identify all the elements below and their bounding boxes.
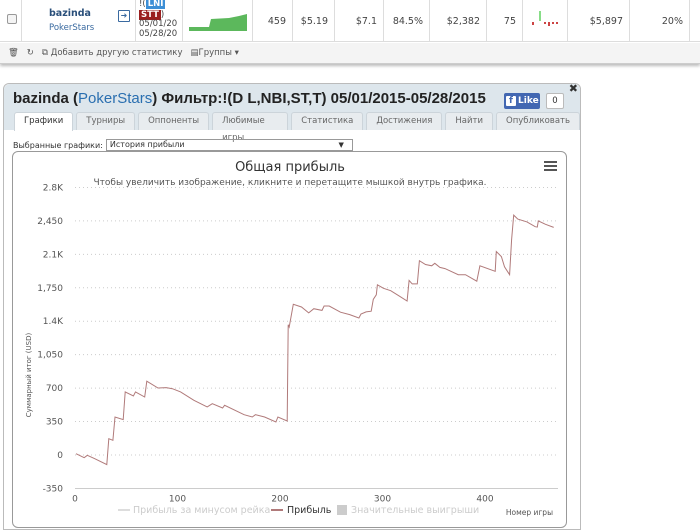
facebook-icon: f [506,96,516,106]
avg-stake: $5.19 [293,0,335,42]
title-paren: ( [68,90,79,107]
tab-favorite-games[interactable]: Любимые игры [212,112,289,143]
export-icon[interactable]: ➜ [118,10,130,22]
date-to: 05/28/20 [139,28,178,39]
chart-selector-label: Выбранные графики: [13,140,103,150]
legend-symbol-big-wins [337,505,347,515]
profit-sparkline [183,0,253,42]
y-tick-label: 700 [46,384,63,394]
y-tick-label: 1.4K [43,317,64,327]
groups-label: Группы [198,48,232,58]
tab-tournaments[interactable]: Турниры [76,112,136,130]
y-tick-label: 0 [57,451,63,461]
bar-sparkline [523,0,568,42]
x-tick-label: 100 [169,494,186,504]
menu-icon[interactable] [544,161,557,171]
tab-achievements[interactable]: Достижения [366,112,443,130]
legend-profit: Прибыль [287,505,332,516]
close-icon[interactable]: ✖ [569,82,578,95]
chart-container: Общая прибыль Чтобы увеличить изображение… [12,151,567,528]
sparkline-chart [188,14,247,31]
itm-percent: 20% [630,0,690,42]
y-tick-label: 350 [46,418,63,428]
total-profit: $2,382 [430,0,487,42]
player-cell: bazinda PokerStars ➜ [22,0,136,42]
y-axis-label: Суммарный итог (USD) [25,333,33,418]
chart-select[interactable]: История прибыли ▼ [105,139,353,151]
table-toolbar: 🗑 ↻ ⧉ Добавить другую статистику ▤Группы… [0,43,700,63]
popup-title: bazinda (PokerStars) Фильтр:!(D L,NBI,ST… [13,90,486,107]
chart-selector-row: Выбранные графики: История прибыли ▼ [13,139,353,151]
facebook-like-button[interactable]: f Like [504,93,540,109]
ability: 75 [487,0,523,42]
y-tick-label: 2.1K [43,250,64,260]
add-icon: ⧉ [41,48,51,58]
badge-stt: STT [139,9,161,20]
player-name[interactable]: bazinda [49,8,91,19]
add-stat-label: Добавить другую статистику [50,48,183,58]
like-count: 0 [546,93,564,109]
tab-statistics[interactable]: Статистика [291,112,364,130]
chart-title: Общая прибыль [235,160,345,175]
x-tick-label: 400 [476,494,493,504]
refresh-icon[interactable]: ↻ [27,48,34,58]
trash-icon[interactable]: 🗑 [8,48,19,58]
profit-chart[interactable]: Общая прибыль Чтобы увеличить изображение… [13,152,568,529]
filter-suffix: ) [160,9,165,20]
like-label: Like [518,96,539,106]
checkbox-cell [0,0,22,42]
x-tick-label: 0 [72,494,78,504]
legend-net-profit: Прибыль за минусом рейка [133,505,270,516]
filter-prefix: !( [139,0,146,9]
chart-select-value: История прибыли [109,140,185,149]
popup-tabs: Графики Турниры Оппоненты Любимые игры С… [14,112,580,143]
title-filter: ) Фильтр:!(D L,NBI,ST,T) 05/01/2015-05/2… [152,90,486,107]
title-player: bazinda [13,90,69,107]
add-stat-button[interactable]: ⧉ Добавить другую статистику [42,48,183,58]
badge-lni: LNI [145,0,166,9]
groups-button[interactable]: ▤Группы ▾ [190,48,238,58]
total-buyins: $5,897 [568,0,630,42]
tab-find[interactable]: Найти [445,112,493,130]
y-tick-label: 1,050 [37,351,63,361]
chevron-down-icon: ▼ [338,141,344,149]
y-tick-label: 2.8K [43,183,64,193]
x-tick-label: 200 [271,494,288,504]
legend-big-wins: Значительные выигрыши [351,505,479,516]
tab-charts[interactable]: Графики [14,112,74,131]
avg-profit: $7.1 [335,0,384,42]
x-axis-label: Номер игры [506,508,553,517]
title-site[interactable]: PokerStars [78,90,152,107]
tab-opponents[interactable]: Оппоненты [138,112,210,130]
popup-header: bazinda (PokerStars) Фильтр:!(D L,NBI,ST… [4,82,580,143]
y-tick-label: 2,450 [37,217,63,227]
profit-line [75,214,554,466]
games-count: 459 [253,0,293,42]
row-checkbox[interactable] [7,14,17,24]
table-row: bazinda PokerStars ➜ !(LNI STT) 05/01/20… [0,0,700,42]
filter-cell: !(LNI STT) 05/01/20 05/28/20 [136,0,183,42]
stats-table: bazinda PokerStars ➜ !(LNI STT) 05/01/20… [0,0,700,64]
y-tick-label: -350 [43,484,64,494]
y-tick-label: 1,750 [37,284,63,294]
bar-chart-mini [532,11,558,26]
chart-subtitle: Чтобы увеличить изображение, кликните и … [93,178,486,188]
x-tick-label: 300 [374,494,391,504]
tab-publish[interactable]: Опубликовать [496,112,580,130]
roi: 84.5% [384,0,430,42]
site-name: PokerStars [49,23,95,33]
groups-icon: ▤ [190,48,199,58]
player-popup: bazinda (PokerStars) Фильтр:!(D L,NBI,ST… [3,82,581,530]
